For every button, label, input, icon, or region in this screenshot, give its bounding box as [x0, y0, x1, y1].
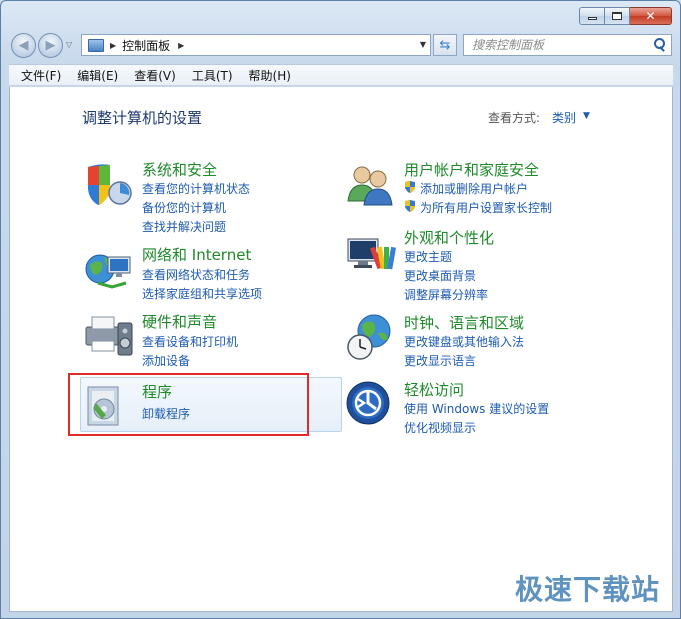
category-title-ease-of-access[interactable]: 轻松访问	[404, 379, 464, 400]
recent-pages-dropdown[interactable]: ▽	[66, 40, 72, 49]
view-by-caret-icon[interactable]: ▼	[583, 111, 590, 121]
forward-button[interactable]: ▶	[38, 33, 63, 58]
category-title-hardware[interactable]: 硬件和声音	[142, 311, 217, 332]
navigation-bar: ◀ ▶ ▽ ▶ 控制面板 ▶ ▼ ⇆	[9, 32, 672, 58]
link-change-background[interactable]: 更改桌面背景	[404, 267, 476, 284]
link-homegroup-sharing[interactable]: 选择家庭组和共享选项	[142, 285, 262, 302]
link-backup-computer[interactable]: 备份您的计算机	[142, 199, 226, 216]
link-change-theme[interactable]: 更改主题	[404, 248, 452, 265]
menu-tools[interactable]: 工具(T)	[184, 67, 241, 84]
minimize-icon	[587, 17, 597, 20]
address-dropdown-icon[interactable]: ▼	[420, 40, 426, 49]
forward-arrow-icon: ▶	[45, 38, 56, 53]
refresh-icon: ⇆	[439, 37, 451, 53]
view-by-dropdown[interactable]: 类别	[552, 109, 576, 126]
link-devices-printers[interactable]: 查看设备和打印机	[142, 333, 238, 350]
breadcrumb-control-panel[interactable]: 控制面板	[122, 37, 170, 54]
close-icon: ✕	[645, 9, 656, 23]
close-button[interactable]: ✕	[630, 7, 672, 25]
maximize-icon	[612, 12, 622, 20]
link-recommended-settings[interactable]: 使用 Windows 建议的设置	[404, 400, 549, 417]
uac-shield-icon	[405, 181, 415, 193]
refresh-button[interactable]: ⇆	[433, 34, 457, 56]
category-title-network[interactable]: 网络和 Internet	[142, 244, 251, 265]
address-bar[interactable]: ▶ 控制面板 ▶ ▼	[81, 34, 431, 56]
link-network-status[interactable]: 查看网络状态和任务	[142, 266, 250, 283]
link-screen-resolution[interactable]: 调整屏幕分辨率	[404, 286, 488, 303]
search-icon[interactable]	[651, 37, 667, 53]
annotation-red-box	[68, 373, 309, 436]
link-add-remove-accounts[interactable]: 添加或删除用户帐户	[420, 180, 528, 197]
breadcrumb-chevron-icon[interactable]: ▶	[178, 41, 184, 50]
control-panel-icon	[88, 38, 104, 52]
link-parental-controls[interactable]: 为所有用户设置家长控制	[420, 199, 552, 216]
minimize-button[interactable]	[579, 7, 605, 25]
printer-icon[interactable]	[82, 309, 134, 361]
link-add-device[interactable]: 添加设备	[142, 352, 190, 369]
menu-view[interactable]: 查看(V)	[126, 67, 184, 84]
link-view-computer-status[interactable]: 查看您的计算机状态	[142, 180, 250, 197]
menu-file[interactable]: 文件(F)	[13, 67, 69, 84]
category-title-system-security[interactable]: 系统和安全	[142, 159, 217, 180]
clock-globe-icon[interactable]	[344, 311, 396, 363]
uac-shield-icon	[405, 200, 415, 212]
category-title-clock-language[interactable]: 时钟、语言和区域	[404, 312, 524, 333]
caption-buttons: ✕	[579, 7, 672, 25]
search-box	[463, 34, 672, 56]
link-optimize-video[interactable]: 优化视频显示	[404, 419, 476, 436]
menu-edit[interactable]: 编辑(E)	[69, 67, 126, 84]
search-input[interactable]	[472, 38, 651, 52]
back-arrow-icon: ◀	[18, 38, 29, 53]
shield-icon[interactable]	[82, 159, 134, 211]
ease-of-access-icon[interactable]	[344, 379, 396, 431]
maximize-button[interactable]	[605, 7, 630, 25]
monitor-palette-icon[interactable]	[344, 229, 396, 281]
link-change-display-language[interactable]: 更改显示语言	[404, 352, 476, 369]
menu-help[interactable]: 帮助(H)	[241, 67, 299, 84]
content-area: 调整计算机的设置 查看方式: 类别 ▼ 系统和安全 查看您的计算机状态 备份您的…	[9, 87, 673, 612]
link-change-keyboard[interactable]: 更改键盘或其他输入法	[404, 333, 524, 350]
breadcrumb-chevron-icon[interactable]: ▶	[110, 41, 116, 50]
control-panel-window: ✕ ◀ ▶ ▽ ▶ 控制面板 ▶ ▼ ⇆ 文件(F) 编辑(E) 查看(V) 工…	[0, 0, 681, 619]
network-globe-icon[interactable]	[82, 243, 134, 295]
category-title-appearance[interactable]: 外观和个性化	[404, 227, 494, 248]
watermark-text: 极速下载站	[514, 573, 660, 606]
category-title-user-accounts[interactable]: 用户帐户和家庭安全	[404, 159, 539, 180]
page-title: 调整计算机的设置	[82, 109, 203, 127]
users-icon[interactable]	[344, 159, 396, 211]
link-troubleshoot[interactable]: 查找并解决问题	[142, 218, 226, 235]
back-button[interactable]: ◀	[11, 33, 36, 58]
menu-bar: 文件(F) 编辑(E) 查看(V) 工具(T) 帮助(H)	[9, 64, 673, 86]
view-by-label: 查看方式:	[488, 111, 541, 125]
